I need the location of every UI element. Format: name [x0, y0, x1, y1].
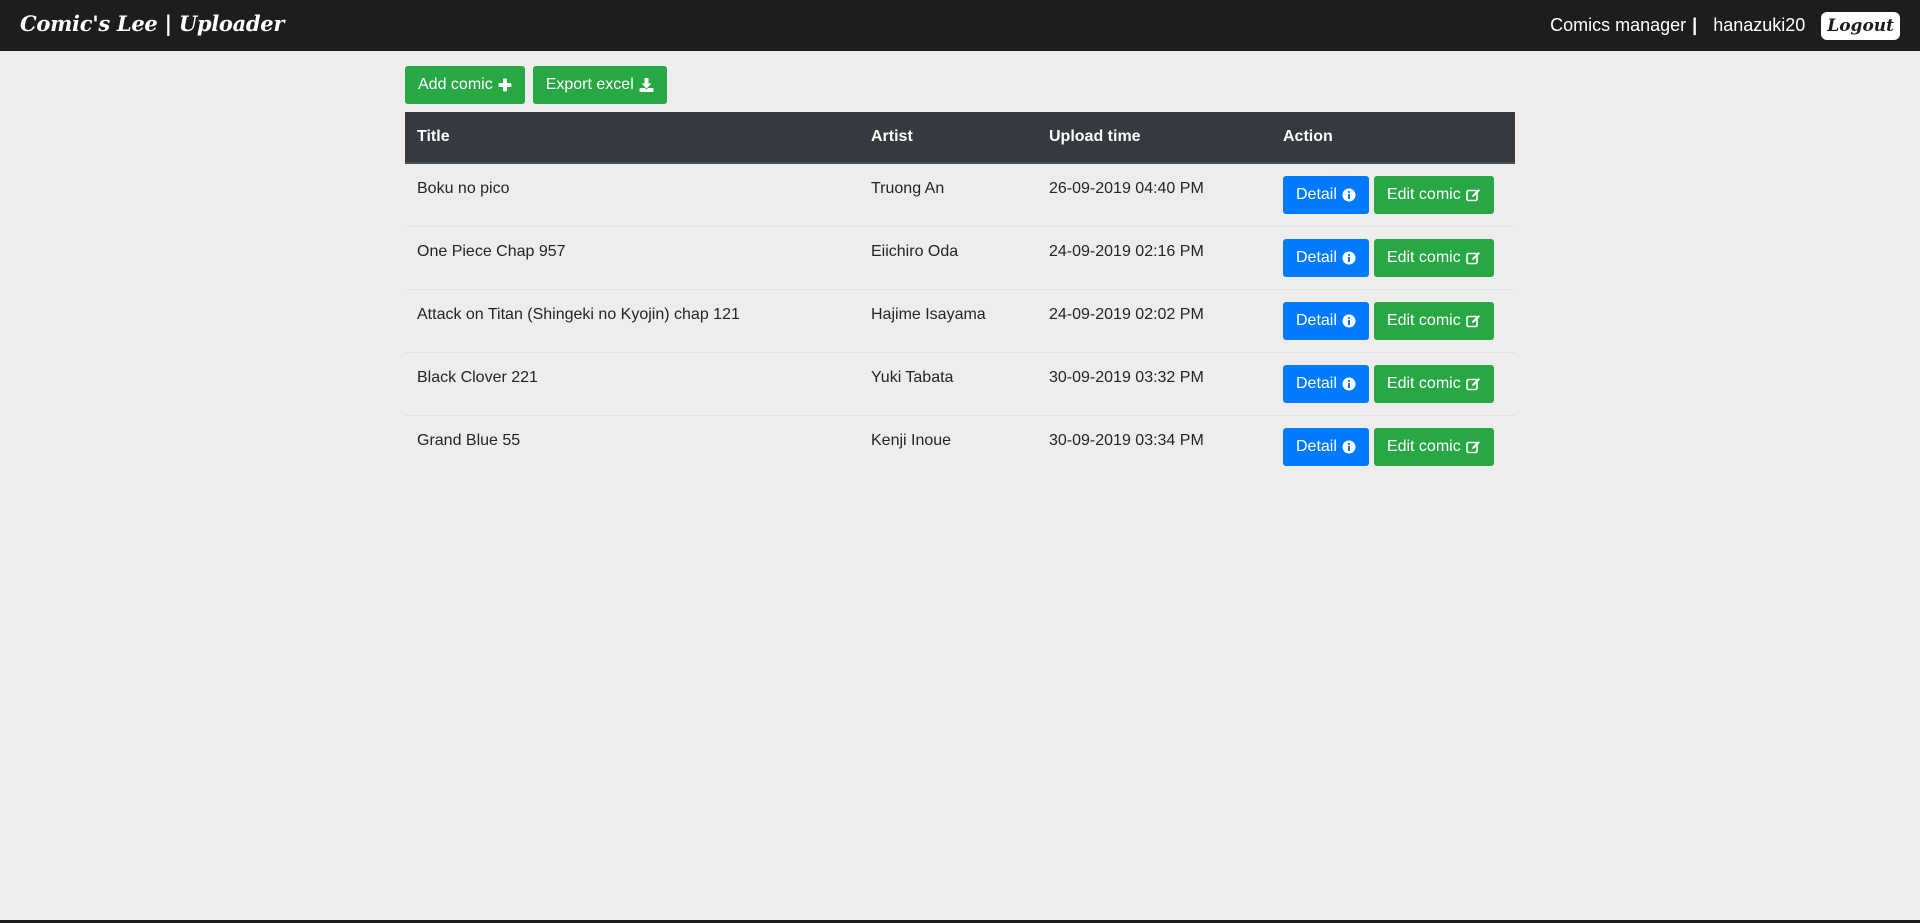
table-row: Black Clover 221 Yuki Tabata 30-09-2019 … [405, 352, 1515, 415]
edit-comic-button[interactable]: Edit comic [1373, 364, 1494, 403]
detail-label: Detail [1296, 374, 1337, 392]
cell-title: Attack on Titan (Shingeki no Kyojin) cha… [417, 305, 740, 323]
detail-label: Detail [1296, 437, 1337, 455]
cell-title: One Piece Chap 957 [417, 242, 566, 260]
detail-label: Detail [1296, 248, 1337, 266]
detail-button[interactable]: Detail [1283, 238, 1369, 277]
cell-upload-time: 24-09-2019 02:16 PM [1049, 242, 1204, 260]
edit-comic-label: Edit comic [1386, 374, 1461, 392]
edit-comic-label: Edit comic [1386, 186, 1461, 203]
header-action: Action [1271, 112, 1515, 164]
cell-artist: Truong An [871, 180, 945, 197]
info-circle-icon [1342, 188, 1356, 202]
edit-comic-button[interactable]: Edit comic [1373, 301, 1494, 340]
comics-manager-link[interactable]: Comics manager [1550, 15, 1686, 36]
table-header: Title Artist Upload time Action [405, 112, 1515, 164]
top-navbar: Comic's Lee | Uploader Comics manager | … [0, 0, 1920, 51]
detail-label: Detail [1296, 311, 1337, 329]
header-title: Title [405, 112, 859, 164]
cell-upload-time: 24-09-2019 02:02 PM [1049, 305, 1204, 323]
info-circle-icon [1342, 377, 1356, 391]
cell-artist: Yuki Tabata [871, 368, 954, 386]
edit-icon [1465, 440, 1481, 454]
info-circle-icon [1342, 251, 1356, 265]
edit-comic-label: Edit comic [1386, 248, 1461, 266]
cell-actions: Detail Edit comic [1271, 415, 1515, 478]
table-body: Boku no pico Truong An 26-09-2019 04:40 … [405, 163, 1515, 478]
detail-button[interactable]: Detail [1283, 427, 1369, 466]
edit-icon [1465, 251, 1481, 265]
cell-actions: Detail Edit comic [1271, 226, 1515, 289]
detail-button[interactable]: Detail [1283, 301, 1369, 340]
plus-icon [498, 78, 512, 92]
add-comic-label: Add comic [418, 76, 493, 93]
cell-upload-time: 26-09-2019 04:40 PM [1049, 180, 1204, 197]
edit-icon [1465, 314, 1481, 328]
detail-label: Detail [1296, 186, 1337, 203]
edit-comic-label: Edit comic [1386, 437, 1461, 455]
main-content: Add comic Export excel Title Artist Uplo… [405, 66, 1515, 478]
cell-actions: Detail Edit comic [1271, 163, 1515, 226]
export-excel-button[interactable]: Export excel [532, 66, 667, 104]
edit-icon [1465, 188, 1481, 202]
detail-button[interactable]: Detail [1283, 176, 1369, 214]
brand-logo[interactable]: Comic's Lee | Uploader [20, 11, 284, 36]
table-row: Attack on Titan (Shingeki no Kyojin) cha… [405, 289, 1515, 352]
detail-button[interactable]: Detail [1283, 364, 1369, 403]
table-row: Boku no pico Truong An 26-09-2019 04:40 … [405, 163, 1515, 226]
toolbar: Add comic Export excel [405, 66, 1515, 104]
cell-title: Black Clover 221 [417, 368, 538, 386]
cell-artist: Kenji Inoue [871, 431, 952, 449]
logout-button[interactable]: Logout [1821, 11, 1900, 40]
comics-table: Title Artist Upload time Action Boku no … [405, 112, 1515, 478]
username-label: hanazuki20 [1713, 15, 1806, 35]
edit-comic-button[interactable]: Edit comic [1373, 238, 1494, 277]
cell-upload-time: 30-09-2019 03:34 PM [1049, 431, 1204, 449]
header-upload-time: Upload time [1037, 112, 1271, 164]
nav-right: Comics manager | hanazuki20 Logout [1550, 11, 1900, 40]
cell-actions: Detail Edit comic [1271, 289, 1515, 352]
cell-upload-time: 30-09-2019 03:32 PM [1049, 368, 1204, 386]
edit-icon [1465, 377, 1481, 391]
cell-artist: Eiichiro Oda [871, 242, 959, 260]
edit-comic-button[interactable]: Edit comic [1373, 176, 1494, 214]
info-circle-icon [1342, 314, 1356, 328]
edit-comic-button[interactable]: Edit comic [1373, 427, 1494, 466]
nav-separator: | [1692, 15, 1698, 35]
table-row: Grand Blue 55 Kenji Inoue 30-09-2019 03:… [405, 415, 1515, 478]
header-artist: Artist [859, 112, 1037, 164]
info-circle-icon [1342, 440, 1356, 454]
cell-title: Grand Blue 55 [417, 431, 521, 449]
cell-actions: Detail Edit comic [1271, 352, 1515, 415]
download-icon [639, 78, 654, 92]
add-comic-button[interactable]: Add comic [405, 66, 525, 104]
cell-artist: Hajime Isayama [871, 305, 986, 323]
table-header-row: Title Artist Upload time Action [405, 112, 1515, 164]
edit-comic-label: Edit comic [1386, 311, 1461, 329]
cell-title: Boku no pico [417, 180, 510, 197]
table-row: One Piece Chap 957 Eiichiro Oda 24-09-20… [405, 226, 1515, 289]
export-excel-label: Export excel [545, 76, 634, 93]
